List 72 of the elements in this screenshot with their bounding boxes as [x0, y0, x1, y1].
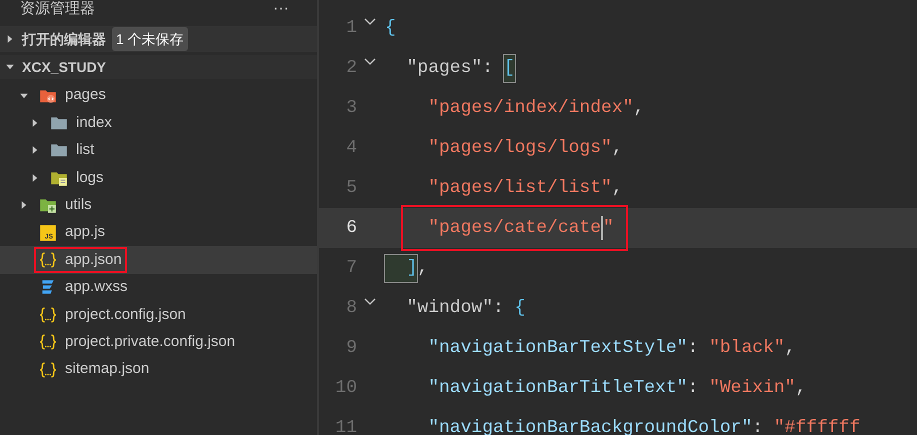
tree-item[interactable]: sitemap.json	[0, 356, 317, 384]
line-number: 10	[334, 376, 357, 400]
code-token: "pages/logs/logs"	[427, 136, 612, 160]
code-token: :	[493, 296, 505, 320]
line-number: 1	[345, 16, 357, 40]
file-name: index	[76, 112, 112, 133]
braces-icon	[39, 333, 57, 352]
code-token: "pages"	[406, 56, 482, 80]
code-token: :	[687, 336, 700, 360]
tree-item[interactable]: project.config.json	[0, 301, 317, 329]
panel-title: 资源管理器	[20, 0, 95, 18]
project-title: XCX_STUDY	[22, 58, 106, 76]
line-number: 9	[345, 336, 357, 360]
code-token: ,	[795, 376, 806, 400]
code-token: {	[385, 16, 396, 40]
line-number: 4	[345, 136, 357, 160]
code-token: "pages/cate/cate	[427, 216, 602, 240]
section-title: 打开的编辑器	[22, 30, 106, 48]
code-token: :	[482, 56, 494, 80]
code-token: "pages/list/list"	[427, 176, 612, 200]
code-token: "Weixin"	[709, 376, 796, 400]
tree-item[interactable]: app.wxss	[0, 274, 317, 302]
code-token: :	[752, 416, 764, 435]
file-name: sitemap.json	[65, 359, 150, 380]
code-token: ,	[784, 336, 796, 360]
code-token: {	[514, 296, 526, 320]
line-number: 6	[345, 216, 357, 240]
code-token: "window"	[406, 296, 494, 320]
tree-item[interactable]: project.private.config.json	[0, 328, 317, 356]
code-token: ,	[612, 176, 623, 200]
file-name: app.wxss	[65, 277, 128, 298]
file-name: app.json	[65, 250, 122, 270]
code-token: ,	[612, 136, 623, 160]
code-token: "black"	[709, 336, 785, 360]
line-number: 8	[345, 296, 357, 320]
section-header[interactable]: 打开的编辑器 1 个未保存	[0, 26, 317, 52]
line-number: 5	[345, 176, 357, 200]
project-header[interactable]: XCX_STUDY	[0, 55, 317, 79]
tree-item[interactable]: list	[0, 136, 317, 164]
tree-item[interactable]: utils	[0, 192, 317, 219]
code-token: "navigationBarTitleText"	[427, 376, 688, 400]
file-name: list	[76, 140, 94, 160]
code-token: "navigationBarBackgroundColor"	[427, 416, 752, 435]
file-name: app.js	[65, 222, 106, 242]
file-name: pages	[65, 85, 106, 106]
code-token: "#ffffff	[774, 416, 860, 435]
braces-icon	[39, 360, 57, 379]
line-number: 2	[345, 56, 357, 80]
braces-icon	[39, 306, 57, 324]
braces-icon	[39, 251, 57, 270]
file-name: project.private.config.json	[65, 332, 236, 352]
file-name: logs	[76, 168, 104, 188]
unsaved-badge: 1 个未保存	[112, 27, 188, 51]
code-token: "navigationBarTextStyle"	[427, 336, 688, 360]
code-token: ,	[417, 256, 428, 280]
code-token: ]	[385, 254, 418, 282]
code-token: "pages/index/index"	[427, 96, 634, 120]
line-number: 11	[334, 416, 357, 435]
file-name: project.config.json	[65, 304, 186, 325]
tree-item[interactable]: logs	[0, 164, 317, 192]
line-number: 3	[345, 96, 357, 120]
code-token: "	[603, 216, 614, 240]
line-number: 7	[345, 256, 357, 280]
text-cursor	[601, 216, 604, 240]
file-name: utils	[65, 195, 92, 215]
code-token: [	[504, 54, 515, 82]
code-token: ,	[633, 96, 644, 120]
tree-item[interactable]: pages	[0, 82, 317, 110]
tree-item[interactable]: app.json	[0, 246, 317, 274]
tree-item[interactable]: index	[0, 109, 317, 137]
code-token: :	[687, 376, 700, 400]
more-icon[interactable]: ···	[273, 0, 289, 18]
